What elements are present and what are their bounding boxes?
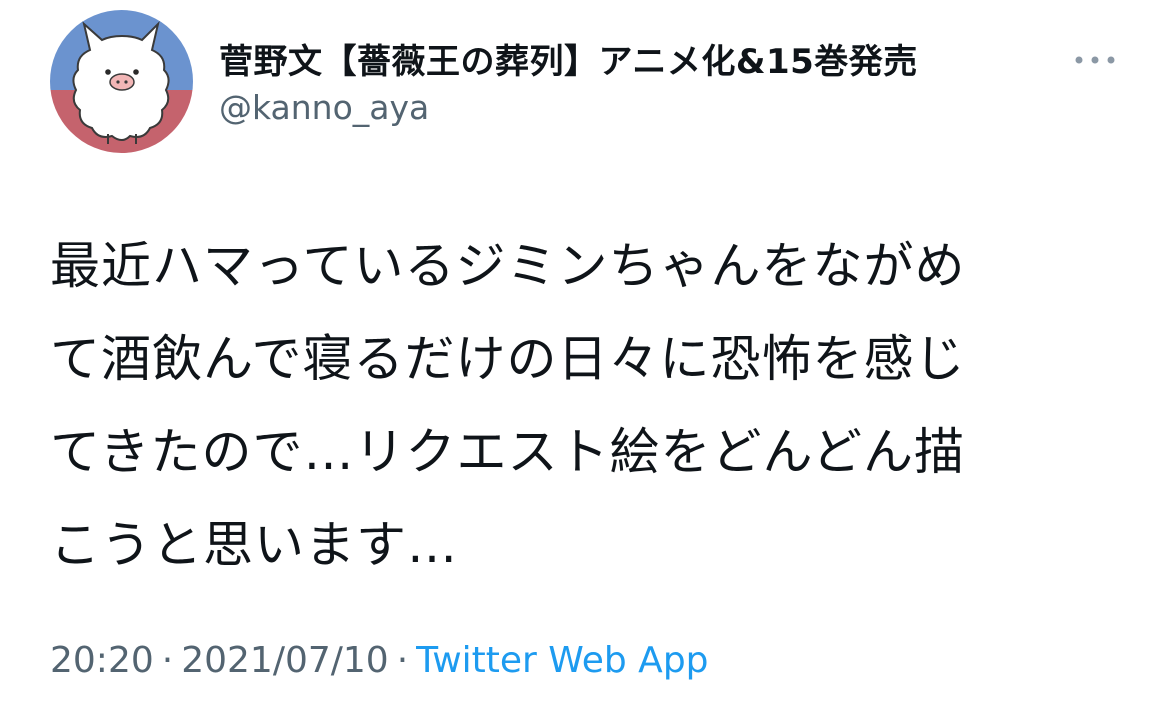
meta-separator: · xyxy=(396,640,409,681)
sheep-alpaca-avatar-icon xyxy=(50,10,193,153)
tweet-text-line: 最近ハマっているジミンちゃんをながめ xyxy=(50,237,966,295)
avatar-eye-right xyxy=(133,69,139,75)
tweet-text: 最近ハマっているジミンちゃんをながめ て酒飲んで寝るだけの日々に恐怖を感じ てき… xyxy=(50,220,1130,592)
author-handle[interactable]: @kanno_aya xyxy=(219,88,429,127)
tweet-date: 2021/07/10 xyxy=(181,640,389,681)
tweet-source-link[interactable]: Twitter Web App xyxy=(416,640,708,681)
avatar-eye-left xyxy=(105,69,111,75)
tweet-metadata: 20:20 · 2021/07/10 · Twitter Web App xyxy=(50,640,709,681)
tweet-text-line: てきたので…リクエスト絵をどんどん描 xyxy=(50,423,965,481)
more-dots-icon xyxy=(1075,56,1115,64)
author-avatar[interactable] xyxy=(50,10,193,153)
tweet-time: 20:20 xyxy=(50,640,154,681)
tweet-timestamp-link[interactable]: 20:20 · 2021/07/10 xyxy=(50,640,389,681)
author-display-name[interactable]: 菅野文【薔薇王の葬列】アニメ化&15巻発売 xyxy=(219,34,918,83)
tweet-text-line: こうと思います… xyxy=(50,516,458,574)
tweet-card: 菅野文【薔薇王の葬列】アニメ化&15巻発売 @kanno_aya 最近ハマってい… xyxy=(0,0,1170,717)
avatar-snout xyxy=(109,73,135,91)
tweet-text-line: て酒飲んで寝るだけの日々に恐怖を感じ xyxy=(50,330,966,388)
meta-separator: · xyxy=(161,640,174,681)
more-options-button[interactable] xyxy=(1070,40,1120,80)
